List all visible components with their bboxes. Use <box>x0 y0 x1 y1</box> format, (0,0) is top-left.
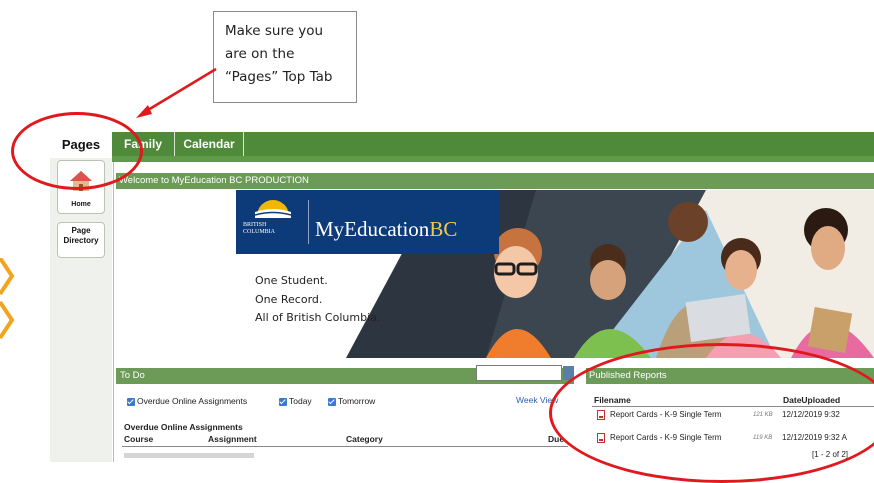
callout-line-1: Make sure you <box>225 23 324 39</box>
bc-gov-line-2: COLUMBIA <box>243 229 276 235</box>
overdue-checkbox[interactable] <box>127 398 135 406</box>
overdue-section-title: Overdue Online Assignments <box>124 422 243 432</box>
highlight-published-reports <box>549 343 874 483</box>
tomorrow-checkbox[interactable] <box>328 398 336 406</box>
col-course[interactable]: Course <box>124 434 153 444</box>
tagline-line-3: All of British Columbia. <box>255 311 381 324</box>
brand-main: MyEducation <box>315 217 430 241</box>
todo-header-divider <box>122 446 568 447</box>
todo-search-input[interactable] <box>476 365 562 381</box>
banner-tagline: One Student. One Record. All of British … <box>255 272 380 328</box>
sun-logo-icon <box>255 200 291 218</box>
todo-blurred-row <box>124 453 254 458</box>
today-checkbox[interactable] <box>279 398 287 406</box>
overdue-filter-label: Overdue Online Assignments <box>137 396 248 406</box>
tab-calendar[interactable]: Calendar <box>175 132 244 156</box>
col-category[interactable]: Category <box>346 434 383 444</box>
tagline-line-2: One Record. <box>255 292 323 306</box>
page-directory-label-2: Directory <box>63 236 99 245</box>
welcome-bar: Welcome to MyEducation BC PRODUCTION <box>116 173 874 189</box>
col-assignment[interactable]: Assignment <box>208 434 257 444</box>
bc-gov-line-1: BRITISH <box>243 222 267 228</box>
nav-page-directory-button[interactable]: Page Directory <box>57 222 105 258</box>
bc-gov-wordmark: BRITISH COLUMBIA <box>243 222 275 236</box>
brand-name: MyEducationBC <box>315 217 457 241</box>
callout-line-3: “Pages” Top Tab <box>225 69 333 85</box>
page-directory-label-1: Page <box>71 226 91 235</box>
today-filter-label: Today <box>289 396 312 406</box>
logo-separator <box>308 200 309 244</box>
highlight-pages-tab <box>11 112 143 190</box>
instruction-callout: Make sure you are on the “Pages” Top Tab <box>213 11 357 103</box>
brand-bc: BC <box>429 217 458 241</box>
nav-home-label: Home <box>71 201 91 208</box>
chevron-decoration-icon <box>0 258 15 340</box>
tomorrow-filter-label: Tomorrow <box>338 396 376 406</box>
tagline-line-1: One Student. <box>255 274 328 287</box>
callout-line-2: are on the <box>225 46 295 62</box>
